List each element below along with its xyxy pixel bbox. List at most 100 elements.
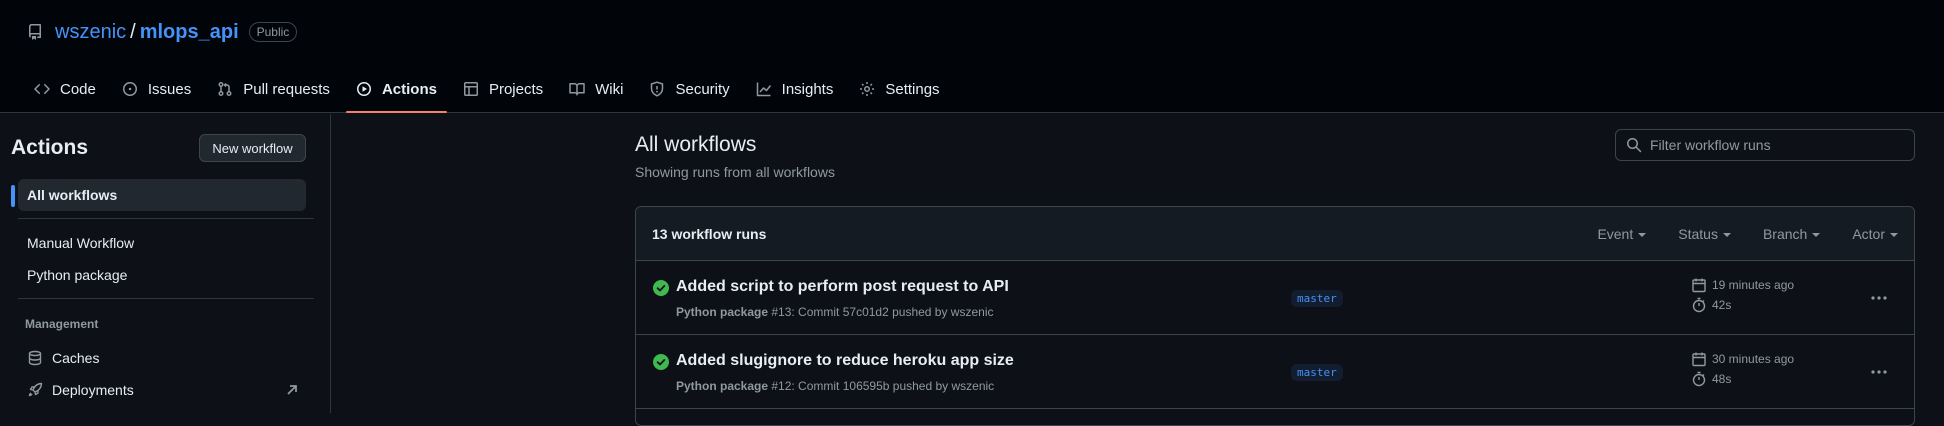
kebab-menu-icon[interactable] [1869, 288, 1889, 308]
filter-label: Branch [1762, 226, 1808, 242]
tab-security[interactable]: Security [639, 73, 739, 105]
page-title: All workflows [635, 133, 757, 156]
actions-sidebar: Actions New workflow All workflows Manua… [0, 114, 331, 413]
workflow-run-row: Added slugignore to reduce heroku app si… [636, 335, 1914, 409]
run-time: 19 minutes ago [1691, 277, 1794, 293]
sidebar-item-all-workflows[interactable]: All workflows [11, 179, 306, 211]
repo-nav: Code Issues Pull requests Actions Projec… [24, 73, 956, 113]
run-duration-text: 48s [1712, 372, 1732, 386]
sidebar-item-label: Caches [52, 350, 100, 366]
run-workflow-name: Python package [676, 305, 769, 319]
sidebar-item-manual-workflow[interactable]: Manual Workflow [18, 227, 306, 259]
run-title-link[interactable]: Added slugignore to reduce heroku app si… [676, 352, 1014, 370]
tab-label: Code [60, 80, 96, 98]
run-time-text: 30 minutes ago [1712, 352, 1795, 366]
calendar-icon [1691, 351, 1712, 367]
run-detail: #13: Commit 57c01d2 pushed by wszenic [768, 305, 994, 319]
branch-label[interactable]: master [1291, 364, 1343, 381]
stopwatch-icon [1691, 371, 1712, 387]
chevron-down-icon [1722, 233, 1731, 237]
branch-filter-dropdown[interactable]: Branch [1762, 226, 1821, 242]
actor-filter-dropdown[interactable]: Actor [1852, 226, 1898, 242]
filter-label: Status [1678, 226, 1718, 242]
tab-wiki[interactable]: Wiki [559, 73, 633, 105]
book-icon [569, 81, 595, 97]
sidebar-divider [18, 218, 314, 219]
new-workflow-button[interactable]: New workflow [199, 134, 306, 162]
shield-icon [649, 81, 675, 97]
sidebar-item-deployments[interactable]: Deployments [18, 374, 306, 406]
tab-label: Issues [147, 80, 192, 98]
play-icon [356, 81, 382, 97]
tab-issues[interactable]: Issues [112, 73, 201, 105]
check-circle-icon [653, 280, 669, 296]
runs-list-header: 13 workflow runs Event Status Branch Act… [636, 207, 1914, 261]
gear-icon [859, 81, 885, 97]
tab-label: Wiki [595, 80, 624, 98]
pull-request-icon [217, 81, 243, 97]
tab-label: Insights [781, 80, 834, 98]
status-filter-dropdown[interactable]: Status [1678, 226, 1731, 242]
filter-runs-input[interactable] [1650, 137, 1900, 153]
workflow-runs-list: 13 workflow runs Event Status Branch Act… [635, 206, 1915, 426]
branch-label[interactable]: master [1291, 290, 1343, 307]
graph-icon [756, 81, 782, 97]
workflow-run-row: Added script to perform post request to … [636, 261, 1914, 335]
filter-runs-field[interactable] [1615, 129, 1915, 161]
run-time: 30 minutes ago [1691, 351, 1794, 367]
rocket-icon [27, 382, 52, 398]
code-icon [34, 81, 60, 97]
repo-name-link[interactable]: mlops_api [140, 21, 239, 44]
run-detail: #12: Commit 106595b pushed by wszenic [768, 379, 995, 393]
filter-label: Actor [1852, 226, 1885, 242]
tab-pull-requests[interactable]: Pull requests [207, 73, 340, 105]
tab-insights[interactable]: Insights [746, 73, 844, 105]
issue-icon [122, 81, 148, 97]
breadcrumb-separator: / [130, 20, 136, 43]
tab-settings[interactable]: Settings [849, 73, 949, 105]
sidebar-divider [18, 298, 314, 299]
sidebar-title: Actions [11, 136, 89, 159]
repo-header: wszenic / mlops_api Public Code Issues P… [0, 0, 1944, 113]
sidebar-item-caches[interactable]: Caches [18, 342, 306, 374]
run-title-link[interactable]: Added script to perform post request to … [676, 278, 1009, 296]
tab-label: Pull requests [243, 80, 330, 98]
sidebar-item-label: Deployments [52, 382, 134, 398]
tab-projects[interactable]: Projects [453, 73, 553, 105]
run-meta: Python package #12: Commit 106595b pushe… [676, 379, 994, 393]
sidebar-item-python-package[interactable]: Python package [18, 259, 306, 291]
kebab-menu-icon[interactable] [1869, 362, 1889, 382]
repo-icon [27, 24, 43, 40]
tab-label: Actions [381, 80, 437, 98]
repo-breadcrumb: wszenic / mlops_api Public [27, 20, 298, 44]
chevron-down-icon [1638, 233, 1647, 237]
visibility-badge: Public [248, 22, 298, 42]
repo-owner-link[interactable]: wszenic [55, 21, 126, 44]
run-duration: 42s [1691, 297, 1731, 313]
run-time-text: 19 minutes ago [1712, 278, 1795, 292]
page-subtitle: Showing runs from all workflows [635, 164, 835, 180]
tab-code[interactable]: Code [24, 73, 106, 105]
tab-label: Projects [488, 80, 544, 98]
runs-filters: Event Status Branch Actor [1597, 207, 1914, 261]
event-filter-dropdown[interactable]: Event [1597, 226, 1647, 242]
runs-count: 13 workflow runs [652, 225, 767, 242]
calendar-icon [1691, 277, 1712, 293]
check-circle-icon [653, 354, 669, 370]
tab-actions[interactable]: Actions [345, 73, 447, 113]
search-icon [1626, 137, 1650, 153]
run-meta: Python package #13: Commit 57c01d2 pushe… [676, 305, 994, 319]
database-icon [27, 350, 52, 366]
table-icon [463, 81, 489, 97]
run-duration: 48s [1691, 371, 1731, 387]
run-duration-text: 42s [1712, 298, 1732, 312]
tab-label: Settings [885, 80, 940, 98]
external-link-icon [284, 382, 297, 395]
chevron-down-icon [1812, 233, 1821, 237]
management-heading: Management [25, 317, 99, 331]
stopwatch-icon [1691, 297, 1712, 313]
run-workflow-name: Python package [676, 379, 769, 393]
filter-label: Event [1597, 226, 1634, 242]
tab-label: Security [675, 80, 730, 98]
chevron-down-icon [1890, 233, 1898, 237]
